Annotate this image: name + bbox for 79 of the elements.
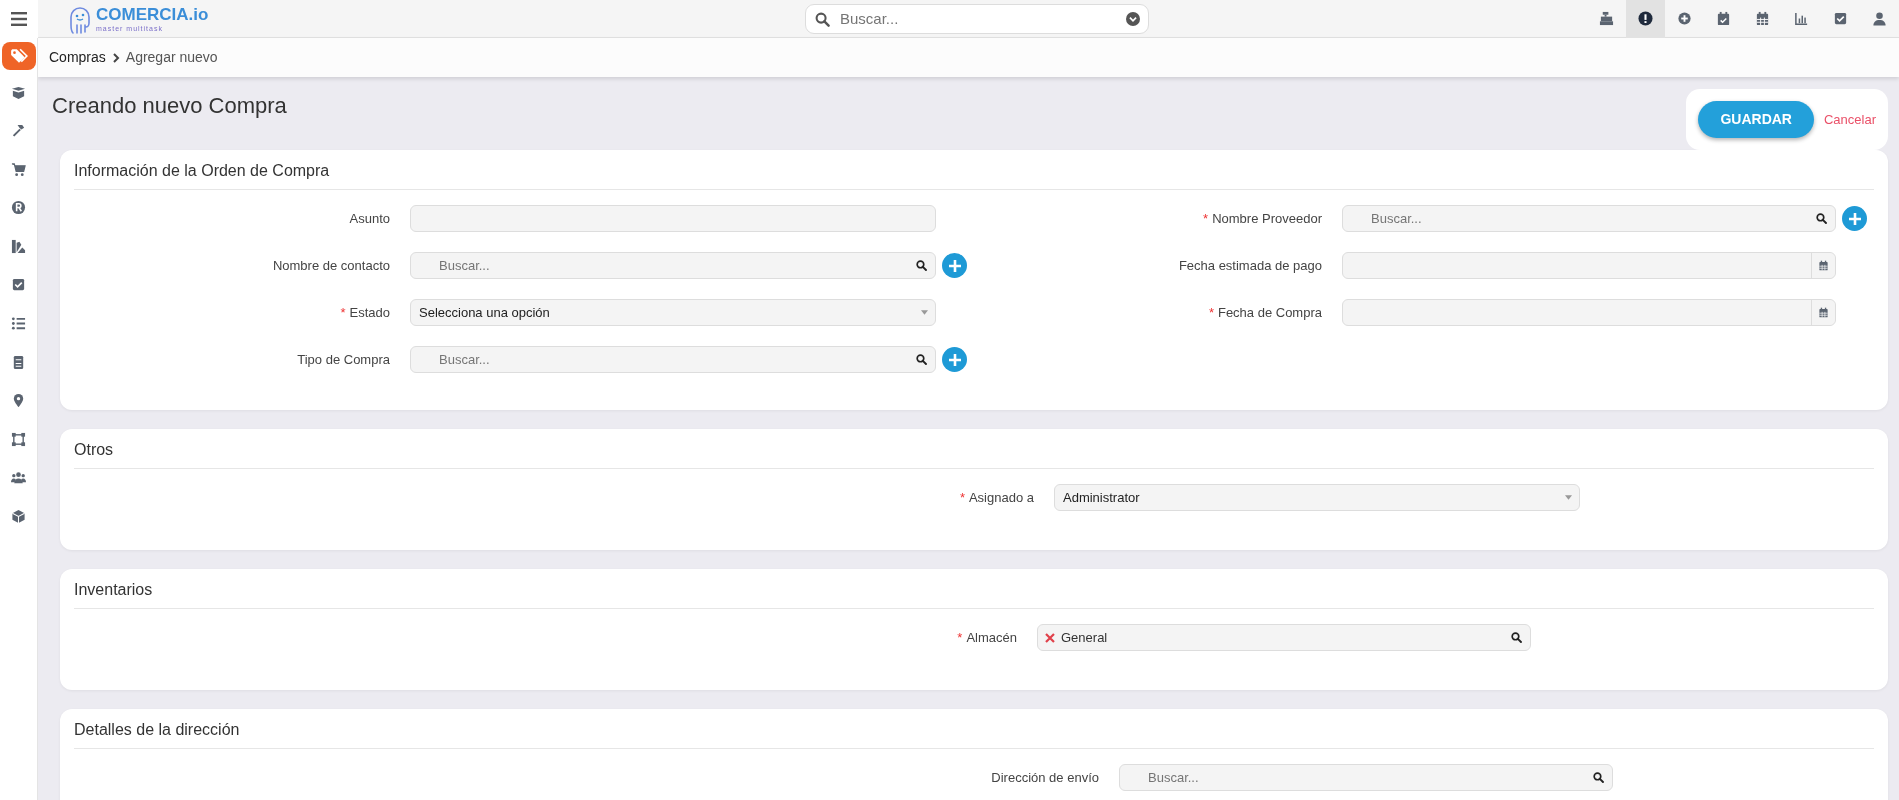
checkbox-icon	[1833, 11, 1848, 26]
text-field[interactable]	[410, 205, 936, 232]
alert-icon	[1638, 11, 1653, 26]
registered-icon	[11, 200, 26, 216]
plus-icon	[948, 353, 961, 366]
section-title: Otros	[74, 429, 1874, 469]
calendar-icon	[1818, 307, 1829, 318]
search-field[interactable]: Buscar...	[410, 346, 936, 373]
field-label: Dirección de envío	[991, 770, 1099, 785]
toolbar-button[interactable]	[1626, 0, 1665, 38]
search-field[interactable]: Buscar...	[1342, 205, 1836, 232]
plus-circle-icon	[1677, 11, 1692, 26]
field-label: Estado	[349, 305, 390, 320]
logo-name: COMERCIA.io	[96, 5, 209, 23]
required-marker: *	[959, 490, 965, 505]
search-field[interactable]: Buscar...	[805, 3, 1149, 34]
breadcrumb-current: Agregar nuevo	[125, 48, 218, 67]
tag-label: General	[1061, 628, 1108, 647]
map-pin-icon	[11, 393, 26, 409]
plus-icon	[948, 259, 961, 272]
cart-icon	[11, 161, 26, 177]
page-title: Creando nuevo Compra	[52, 93, 287, 120]
add-button[interactable]	[942, 253, 967, 278]
required-marker: *	[340, 305, 346, 320]
vector-square-icon	[11, 431, 26, 447]
required-marker: *	[957, 630, 963, 645]
hammer-icon	[11, 123, 26, 139]
bar-chart-icon	[1794, 11, 1809, 26]
remove-icon[interactable]	[1045, 632, 1055, 643]
caret-icon	[1565, 495, 1572, 500]
field-label: Tipo de Compra	[297, 352, 390, 367]
cancel-link[interactable]: Cancelar	[1823, 109, 1876, 130]
search-icon[interactable]	[1816, 213, 1827, 224]
search-field[interactable]	[1037, 624, 1531, 651]
calendar-icon	[1755, 11, 1770, 26]
checkbox-icon	[11, 277, 26, 293]
users-icon	[11, 470, 26, 486]
list-icon	[11, 316, 26, 332]
calendar-icon	[1818, 260, 1829, 271]
sidebar-item[interactable]	[1, 42, 36, 70]
chevron-right-icon	[111, 52, 120, 63]
search-icon[interactable]	[916, 260, 927, 271]
caret-icon	[921, 310, 928, 315]
select-field[interactable]: Selecciona una opción	[410, 299, 936, 326]
search-field[interactable]: Buscar...	[1119, 764, 1613, 791]
swatch-icon	[11, 238, 26, 254]
cube-icon	[11, 509, 26, 525]
user-icon	[1872, 11, 1887, 26]
search-icon[interactable]	[916, 354, 927, 365]
tags-icon	[9, 47, 28, 65]
date-field[interactable]	[1342, 299, 1836, 326]
menu-icon[interactable]	[0, 0, 38, 38]
field-label: Fecha estimada de pago	[1178, 258, 1322, 273]
chevron-down-icon[interactable]	[1126, 11, 1140, 26]
field-label: Almacén	[966, 630, 1017, 645]
search-icon[interactable]	[1511, 632, 1522, 643]
field-label: Asunto	[349, 211, 390, 226]
required-marker: *	[1203, 211, 1209, 226]
field-label: Nombre de contacto	[272, 258, 390, 273]
cash-register-icon	[1599, 11, 1614, 26]
section-title: Detalles de la dirección	[74, 709, 1874, 749]
required-marker: *	[1208, 305, 1214, 320]
add-button[interactable]	[942, 347, 967, 372]
cabinet-icon	[11, 354, 26, 370]
calendar-check-icon	[1716, 11, 1731, 26]
field-label: Fecha de Compra	[1217, 305, 1322, 320]
field-label: Nombre Proveedor	[1212, 211, 1322, 226]
search-icon[interactable]	[1593, 772, 1604, 783]
add-button[interactable]	[1842, 206, 1867, 231]
open-box-icon	[11, 84, 26, 100]
search-field[interactable]: Buscar...	[410, 252, 936, 279]
search-icon	[815, 11, 830, 27]
select-field[interactable]: Administrator	[1054, 484, 1580, 511]
field-label: Asignado a	[968, 490, 1034, 505]
plus-icon	[1848, 212, 1861, 225]
breadcrumb-link[interactable]: Compras	[49, 47, 106, 68]
date-field[interactable]	[1342, 252, 1836, 279]
section-title: Inventarios	[74, 569, 1874, 609]
section-title: Información de la Orden de Compra	[74, 150, 1874, 190]
